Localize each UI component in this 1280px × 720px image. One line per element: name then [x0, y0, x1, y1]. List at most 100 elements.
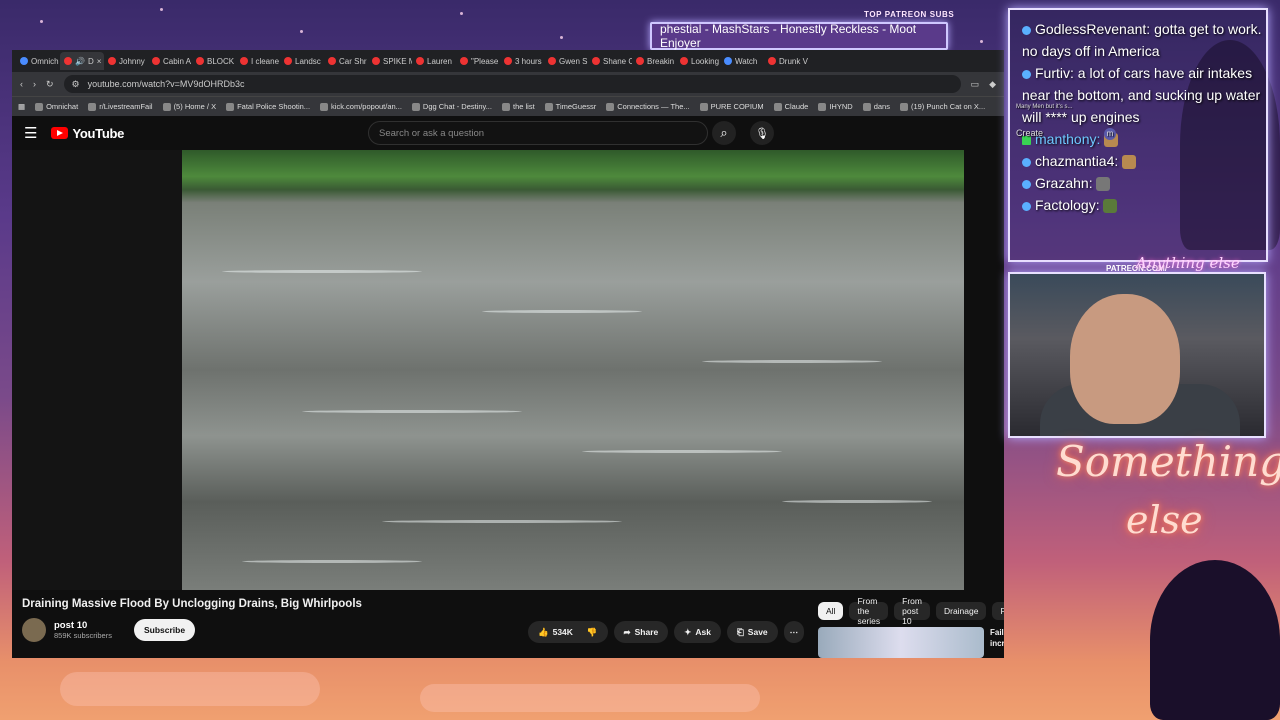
- browser-tab[interactable]: SPIKE M: [368, 52, 412, 70]
- patreon-ticker: phestial - MashStars - Honestly Reckless…: [650, 22, 948, 50]
- emote-icon: [1103, 199, 1118, 214]
- browser-tab[interactable]: I cleane: [236, 52, 280, 70]
- bookmark-item[interactable]: PURE COPIUM: [699, 102, 764, 111]
- search-icon[interactable]: ⌕: [712, 121, 736, 145]
- bookmark-item[interactable]: IHYND: [818, 102, 853, 111]
- forward-icon[interactable]: ›: [33, 79, 36, 89]
- bookmark-item[interactable]: dans: [862, 102, 890, 111]
- channel-avatar[interactable]: [22, 618, 46, 642]
- hamburger-icon[interactable]: ☰: [24, 124, 37, 142]
- streamer-face: [1070, 294, 1180, 424]
- bookmark-item[interactable]: Fatal Police Shootin...: [226, 102, 310, 111]
- browser-tab[interactable]: "Please: [456, 52, 500, 70]
- bookmark-favicon-icon: [162, 102, 171, 111]
- more-icon[interactable]: ⋯: [783, 621, 805, 643]
- bookmark-favicon-icon: [899, 102, 908, 111]
- bookmark-item[interactable]: TimeGuessr: [544, 102, 596, 111]
- share-icon: ➦: [623, 626, 631, 637]
- chat-badge-icon: [1022, 69, 1031, 79]
- tab-favicon-icon: [460, 57, 468, 65]
- ghost-create-label: Create: [1016, 128, 1044, 138]
- ask-button[interactable]: ✦ Ask: [674, 621, 721, 643]
- chat-badge-icon: [1022, 179, 1031, 189]
- bookmark-favicon-icon: [818, 102, 827, 111]
- url-text: youtube.com/watch?v=MV9dOHRDb3c: [87, 79, 245, 89]
- water-ripple: [242, 560, 422, 563]
- bookmark-item[interactable]: kick.com/popout/an...: [320, 102, 402, 111]
- browser-tab[interactable]: Breakin: [632, 52, 676, 70]
- browser-tab[interactable]: Looking: [676, 52, 720, 70]
- browser-tab[interactable]: Shane C: [588, 52, 632, 70]
- chat-badge-icon: [1022, 25, 1031, 35]
- chip-drainage[interactable]: Drainage: [935, 602, 987, 620]
- cast-icon[interactable]: ▭: [971, 79, 980, 90]
- url-field[interactable]: ⚙ youtube.com/watch?v=MV9dOHRDb3c: [63, 75, 961, 93]
- subscribe-button[interactable]: Subscribe: [133, 619, 196, 641]
- chip-from-channel[interactable]: From post 10: [894, 596, 930, 626]
- site-info-icon[interactable]: ⚙: [72, 79, 80, 90]
- recommended-thumbnail[interactable]: [818, 627, 984, 658]
- tab-favicon-icon: [64, 57, 72, 65]
- share-button[interactable]: ➦ Share: [613, 621, 669, 643]
- apps-icon[interactable]: ▦: [18, 102, 25, 111]
- bookmark-item[interactable]: Omnichat: [35, 102, 78, 111]
- bookmark-item[interactable]: r/LivestreamFail: [88, 102, 153, 111]
- browser-tab[interactable]: Landsc: [280, 52, 324, 70]
- video-actions: 👍 534K 👎 ➦ Share ✦ Ask ⎗ Save ⋯: [528, 621, 805, 643]
- star-decoration: [300, 30, 303, 33]
- search-input[interactable]: Search or ask a question: [368, 121, 708, 145]
- browser-tab[interactable]: Gwen S: [544, 52, 588, 70]
- tab-favicon-icon: [504, 57, 512, 65]
- bookmarks-bar: ▦ Omnichat r/LivestreamFail (5) Home / X…: [12, 96, 1004, 116]
- tab-favicon-icon: [724, 57, 732, 65]
- bookmark-item[interactable]: Connections — The...: [606, 102, 690, 111]
- extension-icon[interactable]: ◆: [989, 79, 996, 90]
- bookmark-favicon-icon: [411, 102, 420, 111]
- video-player[interactable]: [182, 150, 964, 590]
- tab-favicon-icon: [196, 57, 204, 65]
- address-bar-row: ‹ › ↻ ⚙ youtube.com/watch?v=MV9dOHRDb3c …: [12, 72, 1004, 96]
- browser-tab[interactable]: Car Shr: [324, 52, 368, 70]
- reload-icon[interactable]: ↻: [46, 79, 54, 90]
- browser-tab[interactable]: 3 hours: [500, 52, 544, 70]
- thumbs-down-icon[interactable]: 👎: [587, 627, 598, 638]
- chip-all[interactable]: All: [818, 602, 844, 620]
- browser-tab[interactable]: BLOCK: [192, 52, 236, 70]
- browser-tab[interactable]: Watch: [720, 52, 764, 70]
- browser-tab[interactable]: Omnich: [16, 52, 60, 70]
- bookmark-item[interactable]: Dgg Chat - Destiny...: [411, 102, 492, 111]
- mic-icon[interactable]: 🎙: [750, 121, 774, 145]
- close-icon[interactable]: ×: [97, 57, 102, 66]
- bookmark-item[interactable]: Claude: [773, 102, 808, 111]
- browser-tab[interactable]: Johnny: [104, 52, 148, 70]
- browser-tab-active[interactable]: 🔊 D ×: [60, 52, 104, 70]
- recommended-video[interactable]: Fail videos but they get increasingly mo…: [818, 627, 1004, 658]
- channel-name[interactable]: post 10: [54, 620, 112, 631]
- chat-message: manthony:: [1010, 128, 1266, 150]
- like-button[interactable]: 👍 534K 👎: [528, 621, 608, 643]
- bookmark-item[interactable]: (5) Home / X: [162, 102, 216, 111]
- tab-favicon-icon: [372, 57, 380, 65]
- browser-tab[interactable]: Cabin A: [148, 52, 192, 70]
- chip-related[interactable]: Related: [992, 602, 1004, 620]
- water-ripple: [782, 500, 932, 503]
- subscriber-count: 859K subscribers: [54, 631, 112, 640]
- bookmark-favicon-icon: [606, 102, 615, 111]
- browser-tab[interactable]: Drunk V: [764, 52, 808, 70]
- bookmark-favicon-icon: [320, 102, 329, 111]
- save-button[interactable]: ⎗ Save: [726, 621, 778, 643]
- bookmark-item[interactable]: the list: [501, 102, 535, 111]
- bookmark-favicon-icon: [862, 102, 871, 111]
- sparkle-icon: ✦: [684, 626, 692, 637]
- youtube-header: ☰ YouTube Search or ask a question ⌕ 🎙: [12, 116, 1004, 150]
- back-icon[interactable]: ‹: [20, 79, 23, 89]
- tab-favicon-icon: [328, 57, 336, 65]
- chip-from-series[interactable]: From the series: [849, 596, 889, 626]
- recommended-title[interactable]: Fail videos but they get increasingly mo…: [990, 627, 1004, 658]
- browser-tab[interactable]: Lauren: [412, 52, 456, 70]
- palm-tree-decoration: [1150, 560, 1280, 720]
- bookmark-item[interactable]: (19) Punch Cat on X...: [899, 102, 985, 111]
- tab-favicon-icon: [240, 57, 248, 65]
- youtube-logo[interactable]: YouTube: [51, 126, 124, 141]
- chat-message: Factology:: [1010, 194, 1266, 216]
